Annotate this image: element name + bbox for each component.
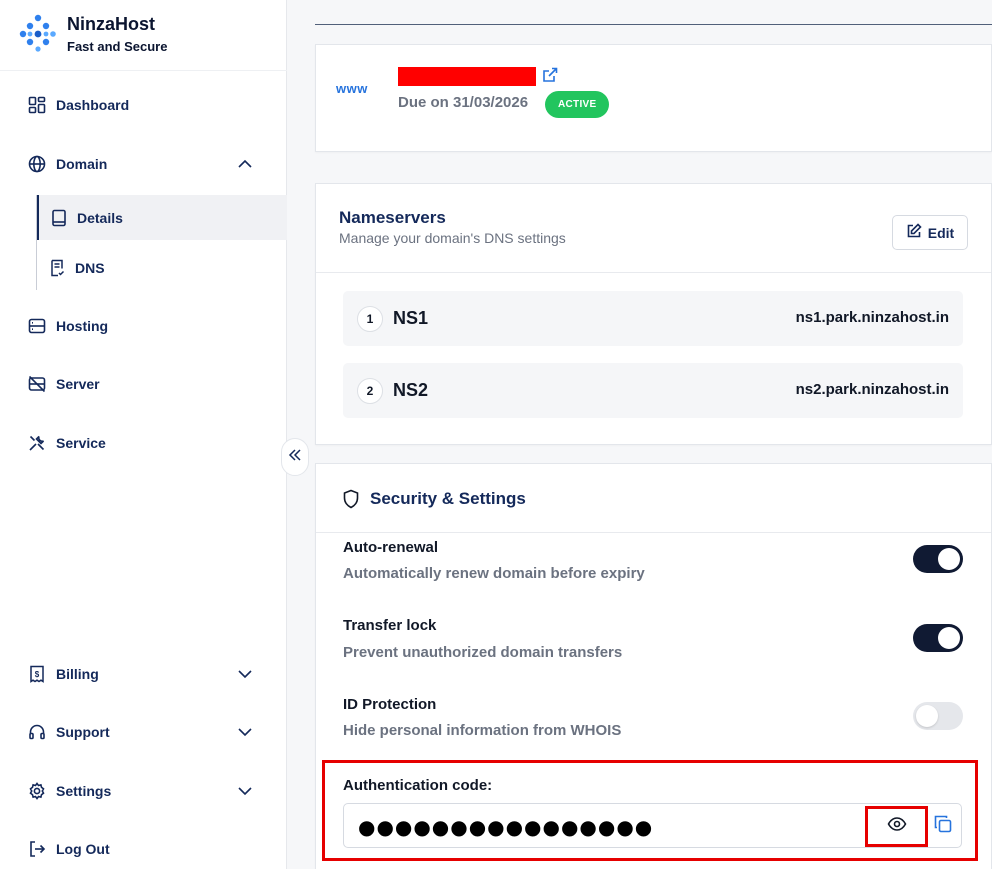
setting-description: Hide personal information from WHOIS [343,722,622,739]
sidebar-item-label: Domain [56,156,108,172]
auth-code-label: Authentication code: [343,777,493,794]
server-off-icon [28,375,46,393]
nameserver-number: 2 [357,378,383,404]
security-title: Security & Settings [370,489,526,508]
sidebar-item-logout[interactable]: Log Out [0,829,287,869]
nameservers-subtitle: Manage your domain's DNS settings [339,230,566,246]
auto-renewal-toggle[interactable] [913,545,963,573]
setting-title: ID Protection [343,696,437,713]
sidebar-item-hosting[interactable]: Hosting [0,306,287,346]
chevron-down-icon[interactable] [236,782,254,800]
sidebar-item-label: Service [56,435,106,451]
nameserver-number: 1 [357,306,383,332]
nameservers-title: Nameservers [339,208,446,227]
toggle-knob [938,548,960,570]
external-link-icon[interactable] [541,66,559,84]
sidebar: NinzaHost Fast and Secure Dashboard Doma… [0,0,287,869]
headset-icon [28,723,46,741]
redacted-domain-name [398,67,536,86]
setting-description: Prevent unauthorized domain transfers [343,644,623,661]
sidebar-item-service[interactable]: Service [0,423,287,463]
show-auth-code-button[interactable] [865,806,928,847]
tools-icon [28,434,46,452]
sidebar-item-domain[interactable]: Domain [0,144,287,184]
copy-icon [933,814,953,839]
sidebar-item-label: Settings [56,783,112,799]
sidebar-item-settings[interactable]: Settings [0,771,287,811]
sidebar-item-label: Hosting [56,318,109,334]
sidebar-divider [0,70,287,71]
brand-name: NinzaHost [67,14,156,34]
book-icon [50,209,68,227]
sidebar-subitem-label: Details [77,209,123,226]
shield-icon [342,489,360,509]
chevron-down-icon[interactable] [236,665,254,683]
nameserver-label: NS2 [393,380,429,400]
card-divider [316,272,991,273]
domain-summary-card: www Due on 31/03/2026 ACTIVE [315,44,992,152]
sidebar-item-label: Log Out [56,841,110,857]
sidebar-item-label: Support [56,724,110,740]
ninzahost-logo-icon [18,12,58,52]
chevron-up-icon[interactable] [236,155,254,173]
nameservers-card: Nameservers Manage your domain's DNS set… [315,183,992,445]
setting-title: Transfer lock [343,617,437,634]
transfer-lock-toggle[interactable] [913,624,963,652]
nameserver-value: ns1.park.ninzahost.in [795,309,949,326]
globe-icon [28,155,46,173]
www-icon: www [336,81,368,96]
sidebar-item-label: Server [56,376,100,392]
logout-icon [28,840,46,858]
due-date: Due on 31/03/2026 [398,94,529,111]
sidebar-item-server[interactable]: Server [0,364,287,404]
id-protection-toggle[interactable] [913,702,963,730]
nameserver-label: NS1 [393,308,429,328]
sidebar-item-billing[interactable]: $ Billing [0,654,287,694]
card-divider [316,532,991,533]
nameserver-value: ns2.park.ninzahost.in [795,381,949,398]
setting-description: Automatically renew domain before expiry [343,565,645,582]
dns-record-icon [48,259,66,277]
eye-icon [887,817,907,836]
hosting-server-icon [28,317,46,335]
gear-icon [28,782,46,800]
collapse-sidebar-button[interactable] [281,438,309,476]
sidebar-item-support[interactable]: Support [0,712,287,752]
nameserver-row: 2 NS2 ns2.park.ninzahost.in [343,363,963,418]
setting-title: Auto-renewal [343,539,439,556]
toggle-knob [916,705,938,727]
nameserver-row: 1 NS1 ns1.park.ninzahost.in [343,291,963,346]
sidebar-item-label: Dashboard [56,97,130,113]
edit-nameservers-button[interactable]: Edit [892,215,968,250]
brand-tagline: Fast and Secure [67,39,168,54]
receipt-dollar-icon: $ [28,665,46,683]
status-badge: ACTIVE [545,91,610,118]
dashboard-grid-icon [28,96,46,114]
sidebar-item-label: Billing [56,666,99,682]
sidebar-subitem-label: DNS [75,259,105,276]
toggle-knob [938,627,960,649]
chevron-down-icon[interactable] [236,723,254,741]
svg-text:$: $ [35,670,40,679]
auth-code-masked-value: ●●●●●●●●●●●●●●●● [358,815,654,839]
copy-auth-code-button[interactable] [931,814,955,838]
sidebar-subitem-details[interactable]: Details [37,195,287,240]
sidebar-subitem-dns[interactable]: DNS [37,245,287,290]
edit-pencil-icon [906,223,922,242]
double-chevron-left-icon [288,448,302,467]
sidebar-item-dashboard[interactable]: Dashboard [0,85,287,125]
edit-button-label: Edit [927,224,955,241]
top-divider [315,24,992,25]
